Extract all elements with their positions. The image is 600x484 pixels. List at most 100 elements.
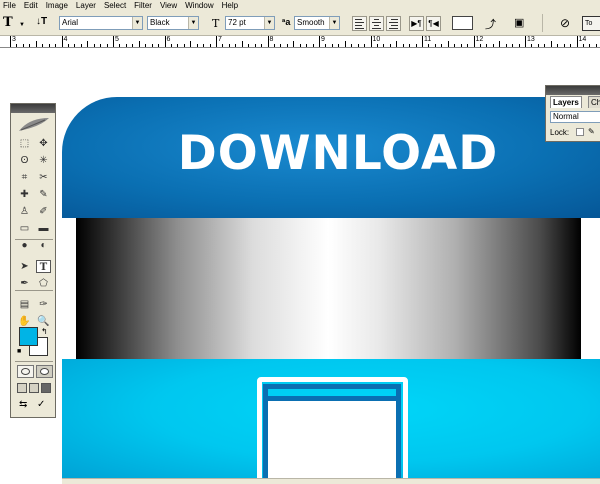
menu-image[interactable]: Image	[46, 0, 68, 11]
ruler-minor-tick	[132, 44, 134, 47]
antialias-select[interactable]: Smooth ▼	[294, 16, 340, 30]
ruler-minor-tick	[248, 44, 250, 47]
slice-icon[interactable]: ✂	[36, 171, 51, 184]
align-center-button[interactable]	[369, 16, 384, 31]
eyedropper-icon[interactable]: ✑	[36, 298, 51, 311]
shape-icon[interactable]: ⬠	[36, 277, 51, 290]
magic-wand-icon[interactable]: ✳	[36, 154, 51, 167]
cancel-icon[interactable]: ⊘	[560, 16, 570, 30]
ruler-minor-tick	[235, 44, 237, 47]
tab-layers[interactable]: Layers	[550, 96, 582, 108]
font-style-select[interactable]: Black ▼	[147, 16, 199, 30]
menu-edit[interactable]: Edit	[24, 0, 38, 11]
align-left-button[interactable]	[352, 16, 367, 31]
ruler-minor-tick	[16, 44, 18, 47]
ruler-minor-tick	[331, 44, 333, 47]
blend-mode-select[interactable]: Normal	[550, 111, 600, 123]
menu-bar: File Edit Image Layer Select Filter View…	[0, 0, 600, 11]
swap-colors-icon[interactable]: ↰	[41, 327, 48, 336]
ruler-minor-tick	[196, 44, 198, 47]
foreground-color-swatch[interactable]	[19, 327, 38, 346]
quick-mask-button[interactable]	[36, 365, 53, 378]
horizontal-scrollbar[interactable]	[62, 478, 600, 484]
ruler-minor-tick	[42, 44, 44, 47]
chevron-down-icon[interactable]: ▼	[188, 17, 198, 29]
menu-layer[interactable]: Layer	[76, 0, 96, 11]
ruler-minor-tick	[415, 44, 417, 47]
direction-rtl-button[interactable]: ¶◀	[426, 16, 441, 31]
jump-to-imageready-icon[interactable]: ⇆	[19, 399, 27, 410]
chevron-down-icon[interactable]: ▼	[19, 22, 25, 28]
ruler-minor-tick	[22, 44, 24, 47]
warp-text-icon[interactable]: ⤴	[485, 16, 496, 32]
screen-mode-full-button[interactable]	[41, 383, 51, 393]
default-colors-icon[interactable]: ■	[17, 348, 21, 355]
tools-titlebar[interactable]	[11, 104, 55, 113]
menu-help[interactable]: Help	[222, 0, 238, 11]
ruler-minor-tick	[434, 44, 436, 47]
ruler-minor-tick	[177, 44, 179, 47]
menu-view[interactable]: View	[160, 0, 177, 11]
ruler-major-tick	[113, 36, 114, 47]
healing-brush-icon[interactable]: ✚	[17, 188, 32, 201]
chevron-down-icon[interactable]: ▼	[264, 17, 274, 29]
tab-channels[interactable]: Ch	[588, 96, 600, 108]
ruler-minor-tick	[364, 44, 366, 47]
horizontal-ruler: 3 4 5 6 7 8 9 10 11 12 13 14	[0, 36, 600, 48]
ruler-minor-tick	[35, 41, 37, 47]
type-tool-preset-icon[interactable]: T	[3, 15, 13, 30]
ruler-minor-tick	[351, 44, 353, 47]
ruler-minor-tick	[151, 44, 153, 47]
layers-panel: Layers Ch Normal Lock: ✎	[545, 85, 600, 142]
marquee-icon[interactable]: ⬚	[17, 137, 32, 150]
menu-file[interactable]: File	[3, 0, 16, 11]
lock-brush-icon[interactable]: ✎	[588, 128, 596, 136]
ruler-minor-tick	[344, 41, 346, 47]
standard-mode-button[interactable]	[17, 365, 34, 378]
clone-stamp-icon[interactable]: ♙	[17, 205, 32, 218]
menu-filter[interactable]: Filter	[134, 0, 152, 11]
align-right-button[interactable]	[386, 16, 401, 31]
gradient-icon[interactable]: ▬	[36, 222, 51, 235]
move-icon[interactable]: ✥	[36, 137, 51, 150]
jump-to-imageready-icon[interactable]: ✓	[37, 399, 45, 410]
screen-mode-menubar-button[interactable]	[29, 383, 39, 393]
crop-icon[interactable]: ⌗	[17, 171, 32, 184]
ruler-minor-tick	[241, 41, 243, 47]
eraser-icon[interactable]: ▭	[17, 222, 32, 235]
to-button[interactable]: To	[582, 16, 600, 31]
lock-transparency-icon[interactable]	[576, 128, 584, 136]
font-family-select[interactable]: Arial ▼	[59, 16, 143, 30]
feather-logo-icon[interactable]	[17, 116, 51, 133]
pen-icon[interactable]: ✒	[17, 277, 32, 290]
notes-icon[interactable]: ▤	[17, 298, 32, 311]
direction-ltr-button[interactable]: ▶¶	[409, 16, 424, 31]
ruler-minor-tick	[306, 44, 308, 47]
ruler-number: 5	[115, 36, 119, 43]
ruler-major-tick	[576, 36, 578, 47]
dodge-icon[interactable]: ◐	[36, 239, 51, 252]
ruler-major-tick	[370, 36, 372, 47]
menu-window[interactable]: Window	[185, 0, 213, 11]
menu-select[interactable]: Select	[104, 0, 126, 11]
ruler-minor-tick	[183, 44, 185, 47]
screen-mode-standard-button[interactable]	[17, 383, 27, 393]
blur-icon[interactable]: ●	[17, 239, 32, 252]
history-brush-icon[interactable]: ✐	[36, 205, 51, 218]
lasso-icon[interactable]: ʘ	[17, 154, 32, 167]
ruler-minor-tick	[299, 44, 301, 47]
text-orientation-icon[interactable]: ↓T	[36, 16, 47, 27]
ruler-major-tick	[422, 36, 423, 47]
path-select-icon[interactable]: ➤	[17, 260, 32, 273]
font-size-icon: T	[212, 17, 220, 30]
palettes-icon[interactable]: ▣	[514, 16, 524, 29]
font-family-value: Arial	[62, 18, 79, 27]
layers-titlebar[interactable]	[546, 86, 600, 95]
type-icon[interactable]: T	[36, 260, 51, 273]
ruler-minor-tick	[55, 44, 57, 47]
text-color-swatch[interactable]	[452, 16, 473, 30]
brush-icon[interactable]: ✎	[36, 188, 51, 201]
chevron-down-icon[interactable]: ▼	[329, 17, 339, 29]
font-size-select[interactable]: 72 pt ▼	[225, 16, 275, 30]
chevron-down-icon[interactable]: ▼	[132, 17, 142, 29]
